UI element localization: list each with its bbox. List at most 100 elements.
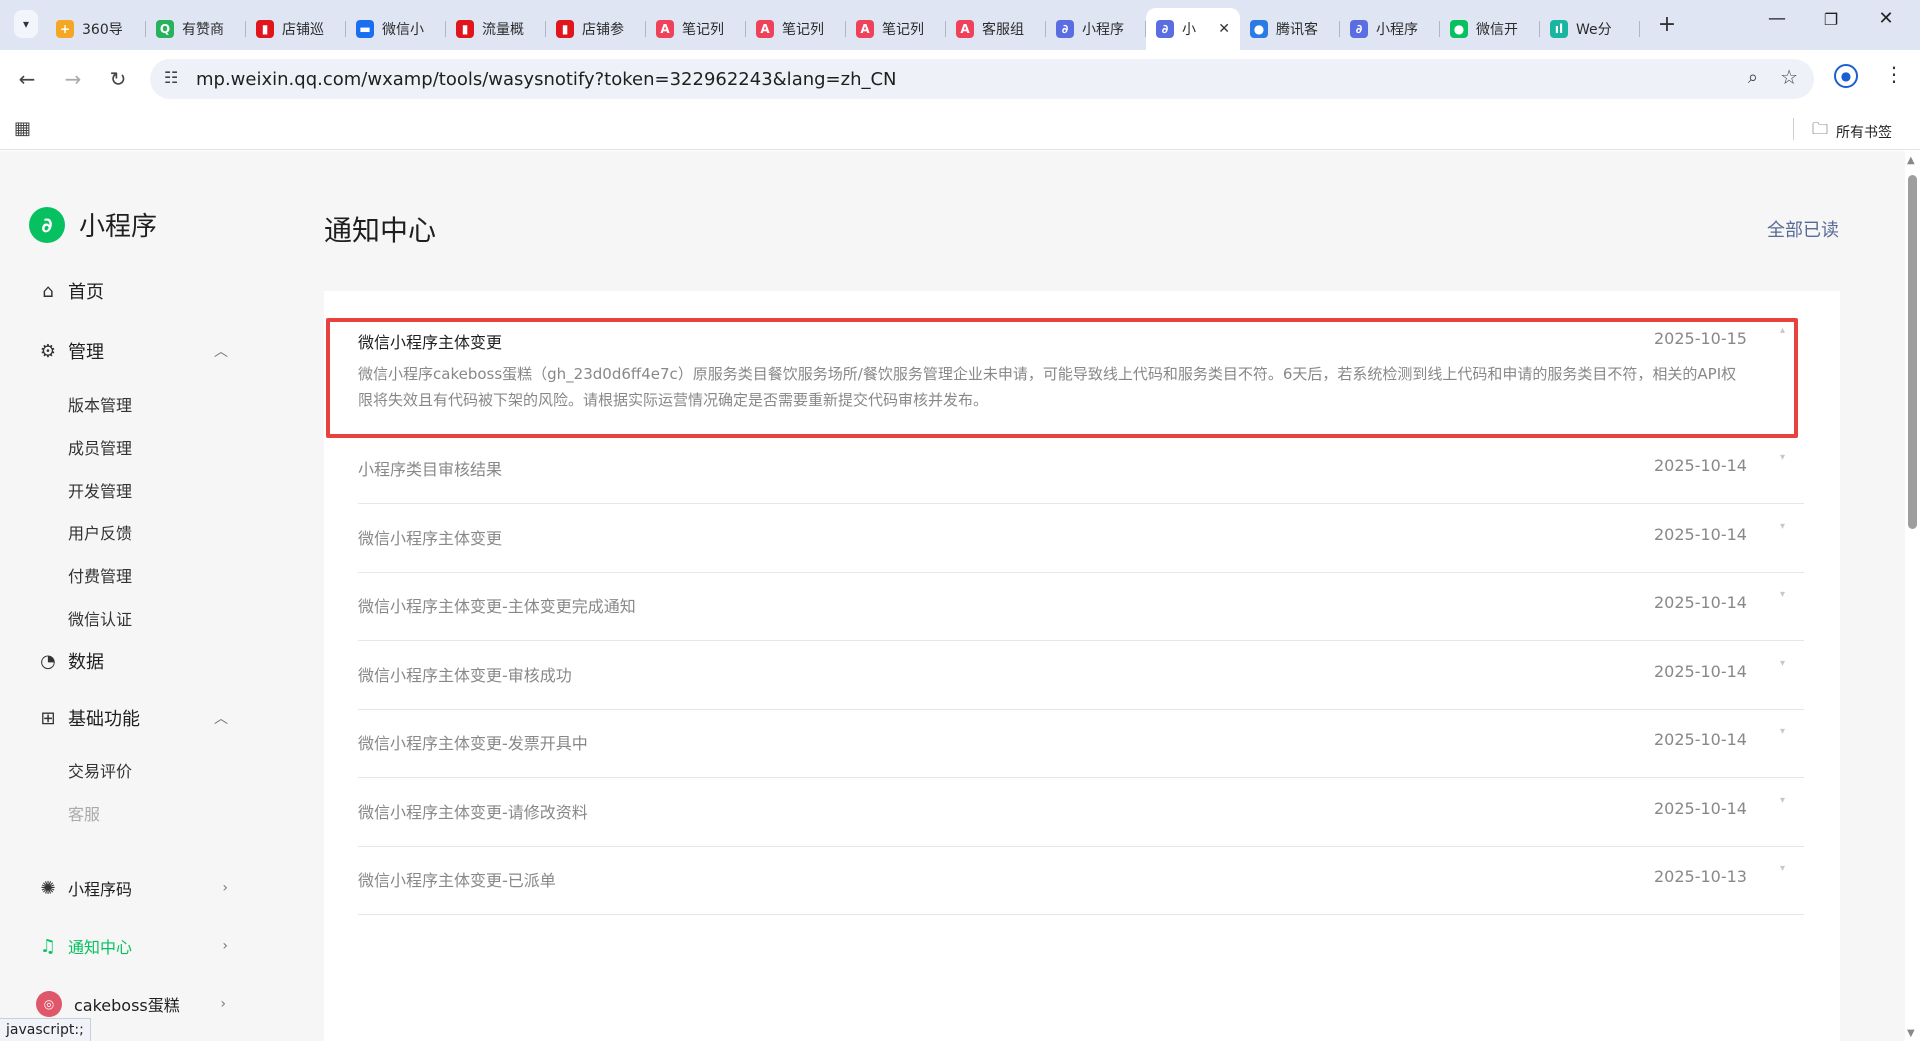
favicon-icon: A	[956, 20, 974, 38]
arrow-right-icon: →	[64, 67, 82, 91]
scroll-down-icon[interactable]: ▼	[1907, 1028, 1915, 1039]
chevron-down-icon[interactable]: ▾	[1780, 589, 1785, 600]
restore-button[interactable]: ❐	[1816, 10, 1846, 29]
avatar: ◎	[36, 991, 62, 1017]
bookmarks-divider	[1793, 118, 1794, 140]
browser-tab[interactable]: A 客服组	[946, 12, 1046, 46]
sub-item-payment[interactable]: 付费管理	[68, 563, 132, 587]
chevron-down-icon[interactable]: ▾	[1780, 726, 1785, 737]
browser-tab[interactable]: ● 腾讯客	[1240, 12, 1340, 46]
notification-row[interactable]: 微信小程序主体变更-发票开具中 2025-10-14 ▾	[358, 710, 1804, 778]
browser-tab[interactable]: ∂ 小程序	[1046, 12, 1146, 46]
browser-toolbar: ← → ↻ ☷ mp.weixin.qq.com/wxamp/tools/was…	[0, 50, 1920, 108]
page-scrollbar[interactable]: ▲ ▼	[1905, 151, 1920, 1041]
favicon-icon: A	[756, 20, 774, 38]
reload-button[interactable]: ↻	[103, 64, 133, 94]
browser-tab[interactable]: A 笔记列	[646, 12, 746, 46]
browser-tab[interactable]: ● 微信开	[1440, 12, 1540, 46]
nav-qrcode[interactable]: ✺ 小程序码 ›	[38, 876, 228, 900]
favicon-icon: +	[56, 20, 74, 38]
tab-close-icon[interactable]: ✕	[1218, 21, 1230, 37]
notification-title: 小程序类目审核结果	[358, 460, 503, 479]
sub-item-members[interactable]: 成员管理	[68, 435, 132, 459]
sub-item-service[interactable]: 客服	[68, 801, 100, 825]
scroll-up-icon[interactable]: ▲	[1907, 155, 1915, 166]
sub-item-reviews[interactable]: 交易评价	[68, 758, 132, 782]
notification-row[interactable]: 微信小程序主体变更-主体变更完成通知 2025-10-14 ▾	[358, 573, 1804, 641]
browser-tab[interactable]: +360导	[46, 12, 146, 46]
logo[interactable]: ∂ 小程序	[29, 206, 157, 243]
browser-tab-title: 笔记列	[682, 22, 724, 38]
nav-home[interactable]: ⌂ 首页	[38, 278, 228, 304]
notification-date: 2025-10-13	[1654, 867, 1747, 886]
pie-chart-icon: ◔	[40, 650, 56, 672]
chevron-down-icon[interactable]: ▾	[1780, 452, 1785, 463]
browser-tab[interactable]: A 笔记列	[846, 12, 946, 46]
sub-item-feedback[interactable]: 用户反馈	[68, 520, 132, 544]
address-bar[interactable]: ☷ mp.weixin.qq.com/wxamp/tools/wasysnoti…	[150, 59, 1814, 99]
browser-tab[interactable]: ∂ 小程序	[1340, 12, 1440, 46]
window-close-button[interactable]: ✕	[1871, 8, 1901, 29]
nav-notify[interactable]: ♫ 通知中心 ›	[38, 934, 228, 958]
favicon-icon: ▬	[356, 20, 374, 38]
notification-row[interactable]: 微信小程序主体变更-已派单 2025-10-13 ▾	[358, 847, 1804, 915]
browser-tab[interactable]: A 笔记列	[746, 12, 846, 46]
browser-tab[interactable]: ∂ 小 ✕	[1146, 8, 1240, 50]
browser-tab[interactable]: ▮ 店铺参	[546, 12, 646, 46]
url-text[interactable]: mp.weixin.qq.com/wxamp/tools/wasysnotify…	[196, 69, 897, 90]
favicon-icon: ∂	[1350, 20, 1368, 38]
bookmark-star-icon[interactable]: ☆	[1780, 65, 1798, 89]
minimize-button[interactable]: —	[1762, 8, 1792, 29]
nav-qrcode-label: 小程序码	[68, 880, 133, 899]
browser-tab[interactable]: ıl We分	[1540, 12, 1640, 46]
nav-basic[interactable]: ⊞ 基础功能 ︿	[38, 705, 228, 731]
notification-title: 微信小程序主体变更-请修改资料	[358, 802, 588, 822]
nav-data[interactable]: ◔ 数据	[38, 648, 228, 674]
back-button[interactable]: ←	[12, 64, 42, 94]
new-tab-button[interactable]: +	[1654, 12, 1680, 37]
favicon-icon: A	[856, 20, 874, 38]
all-bookmarks-button[interactable]: 🗀 所有书签	[1812, 118, 1892, 145]
favicon-icon: ▮	[256, 20, 274, 38]
sub-item-verify[interactable]: 微信认证	[68, 606, 132, 630]
notification-date: 2025-10-14	[1654, 661, 1747, 681]
browser-tab-title: We分	[1576, 22, 1612, 38]
browser-tab-title: 流量概	[482, 22, 524, 38]
forward-button[interactable]: →	[58, 64, 88, 94]
notification-row[interactable]: 小程序类目审核结果 2025-10-14 ▾	[358, 436, 1804, 504]
sub-item-dev[interactable]: 开发管理	[68, 478, 132, 502]
site-settings-icon[interactable]: ☷	[164, 68, 178, 87]
notification-row[interactable]: 微信小程序主体变更-审核成功 2025-10-14 ▾	[358, 642, 1804, 710]
sub-item-version[interactable]: 版本管理	[68, 392, 132, 416]
profile-icon[interactable]: ●	[1834, 64, 1858, 88]
notification-title: 微信小程序主体变更-发票开具中	[358, 734, 588, 753]
chevron-down-icon[interactable]: ▾	[1780, 521, 1785, 532]
browser-tab[interactable]: ▮ 店铺巡	[246, 12, 346, 46]
notification-row[interactable]: 微信小程序主体变更-请修改资料 2025-10-14 ▾	[358, 779, 1804, 847]
browser-tab[interactable]: ▮ 流量概	[446, 12, 546, 46]
miniprogram-logo-icon: ∂	[29, 206, 65, 243]
nav-manage[interactable]: ⚙ 管理 ︿	[38, 338, 228, 364]
bookmarks-bar: ▦ 🗀 所有书签	[0, 108, 1920, 150]
notification-date: 2025-10-14	[1654, 798, 1747, 818]
nav-account[interactable]: ◎ cakeboss蛋糕 ›	[36, 991, 226, 1017]
browser-tab[interactable]: ▬ 微信小	[346, 12, 446, 46]
browser-tab-title: 小程序	[1082, 22, 1124, 38]
tab-search-button[interactable]: ▾	[14, 10, 38, 38]
apps-grid-icon[interactable]: ▦	[14, 118, 31, 139]
chevron-down-icon[interactable]: ▾	[1780, 658, 1785, 669]
notification-row[interactable]: 微信小程序主体变更 2025-10-14 ▾	[358, 505, 1804, 573]
browser-tab-title: 小	[1182, 22, 1196, 38]
page-title: 通知中心	[324, 214, 437, 247]
chevron-right-icon: ›	[222, 938, 228, 954]
zoom-icon[interactable]: ⌕	[1748, 67, 1758, 88]
favicon-icon: A	[656, 20, 674, 38]
nav-manage-label: 管理	[68, 342, 104, 363]
scrollbar-thumb[interactable]	[1908, 175, 1917, 529]
favicon-icon: ▮	[556, 20, 574, 38]
browser-tab[interactable]: Q 有赞商	[146, 12, 246, 46]
browser-menu-icon[interactable]: ⋮	[1884, 62, 1904, 86]
chevron-down-icon[interactable]: ▾	[1780, 795, 1785, 806]
mark-all-read-link[interactable]: 全部已读	[1767, 216, 1839, 242]
chevron-down-icon[interactable]: ▾	[1780, 863, 1785, 874]
